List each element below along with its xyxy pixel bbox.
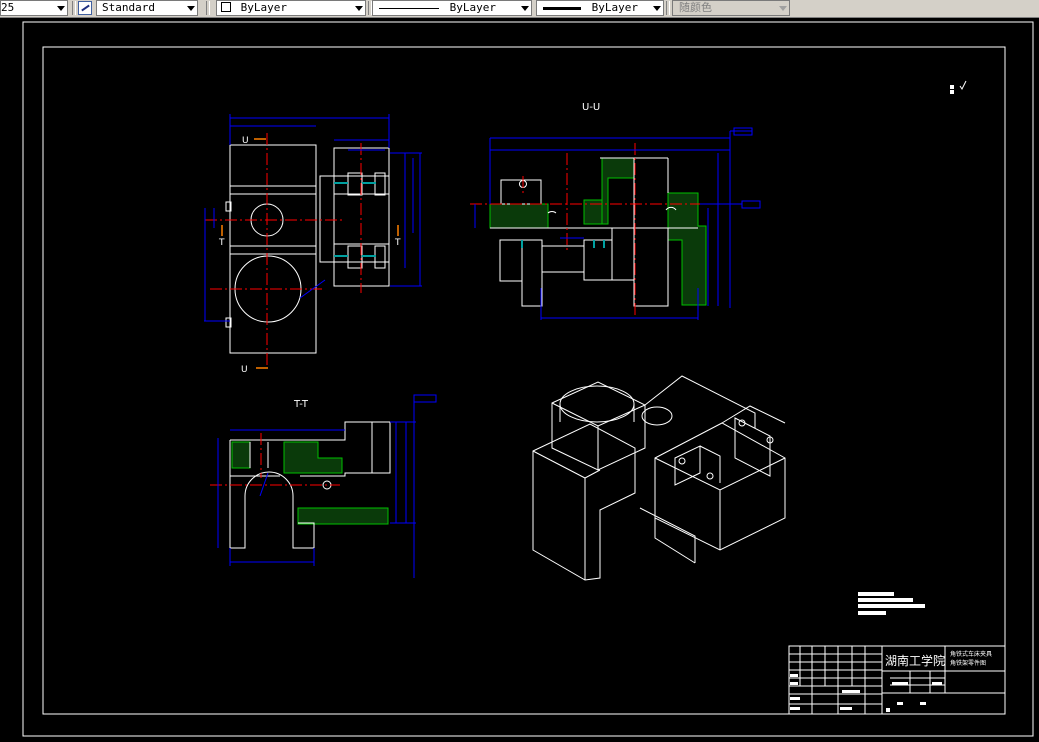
lineweight-dropdown[interactable]: ByLayer xyxy=(536,0,664,16)
section-label-t-left: T xyxy=(218,238,225,248)
chevron-down-icon xyxy=(779,6,787,11)
lineweight-sample-icon xyxy=(543,6,581,10)
section-u-u-view[interactable]: U-U xyxy=(470,102,761,320)
title-block: 湖南工学院 角铁式车床夹具 角铁架零件图 xyxy=(788,645,1006,715)
chevron-down-icon xyxy=(521,6,529,11)
layer-color-dropdown[interactable]: ByLayer xyxy=(216,0,366,16)
view-label-u-u: U-U xyxy=(582,102,600,113)
layer-value: ByLayer xyxy=(240,1,287,14)
chevron-down-icon xyxy=(355,6,363,11)
plot-style-value: 随颜色 xyxy=(679,1,712,14)
text-style-icon xyxy=(78,1,92,15)
datum-box xyxy=(741,200,761,209)
toolbar-separator xyxy=(206,1,210,15)
technical-notes-block xyxy=(858,592,925,615)
title-block-school-name: 湖南工学院 xyxy=(885,653,945,668)
toolbar-separator xyxy=(666,1,670,15)
datum-box xyxy=(413,394,437,403)
section-label-t-right: T xyxy=(394,238,401,248)
chevron-down-icon xyxy=(187,6,195,11)
linetype-sample-icon xyxy=(379,7,439,9)
linetype-dropdown[interactable]: ByLayer xyxy=(372,0,532,16)
view-label-t-t: T-T xyxy=(293,399,309,410)
plot-style-dropdown: 随颜色 xyxy=(672,0,790,16)
text-style-value: Standard xyxy=(102,1,155,14)
color-swatch-icon xyxy=(221,2,231,12)
scale-dropdown[interactable]: 25 xyxy=(0,0,68,16)
title-block-title-line1: 角铁式车床夹具 xyxy=(950,650,992,658)
text-style-dropdown[interactable]: Standard xyxy=(96,0,198,16)
scale-value: 25 xyxy=(1,1,15,14)
chevron-down-icon xyxy=(57,6,65,11)
properties-toolbar: 25 Standard ByLayer ByLayer ByLayer 随颜色 xyxy=(0,0,1039,18)
section-label-u-bottom: U xyxy=(241,365,248,375)
drawing-canvas[interactable]: U U T T U-U T-T 湖南工学院 角铁式车床夹具 角铁架零件图 xyxy=(0,18,1039,742)
section-t-t-view[interactable]: T-T xyxy=(210,394,437,578)
front-view[interactable]: U U T T xyxy=(204,114,422,375)
isometric-view[interactable] xyxy=(532,375,786,581)
title-block-title-line2: 角铁架零件图 xyxy=(950,659,986,667)
linetype-value: ByLayer xyxy=(449,1,496,14)
roughness-symbol-icon xyxy=(950,80,967,94)
chevron-down-icon xyxy=(653,6,661,11)
lineweight-value: ByLayer xyxy=(591,1,638,14)
section-label-u-top: U xyxy=(242,136,249,146)
outer-frame xyxy=(22,21,1034,737)
toolbar-separator xyxy=(72,1,76,15)
